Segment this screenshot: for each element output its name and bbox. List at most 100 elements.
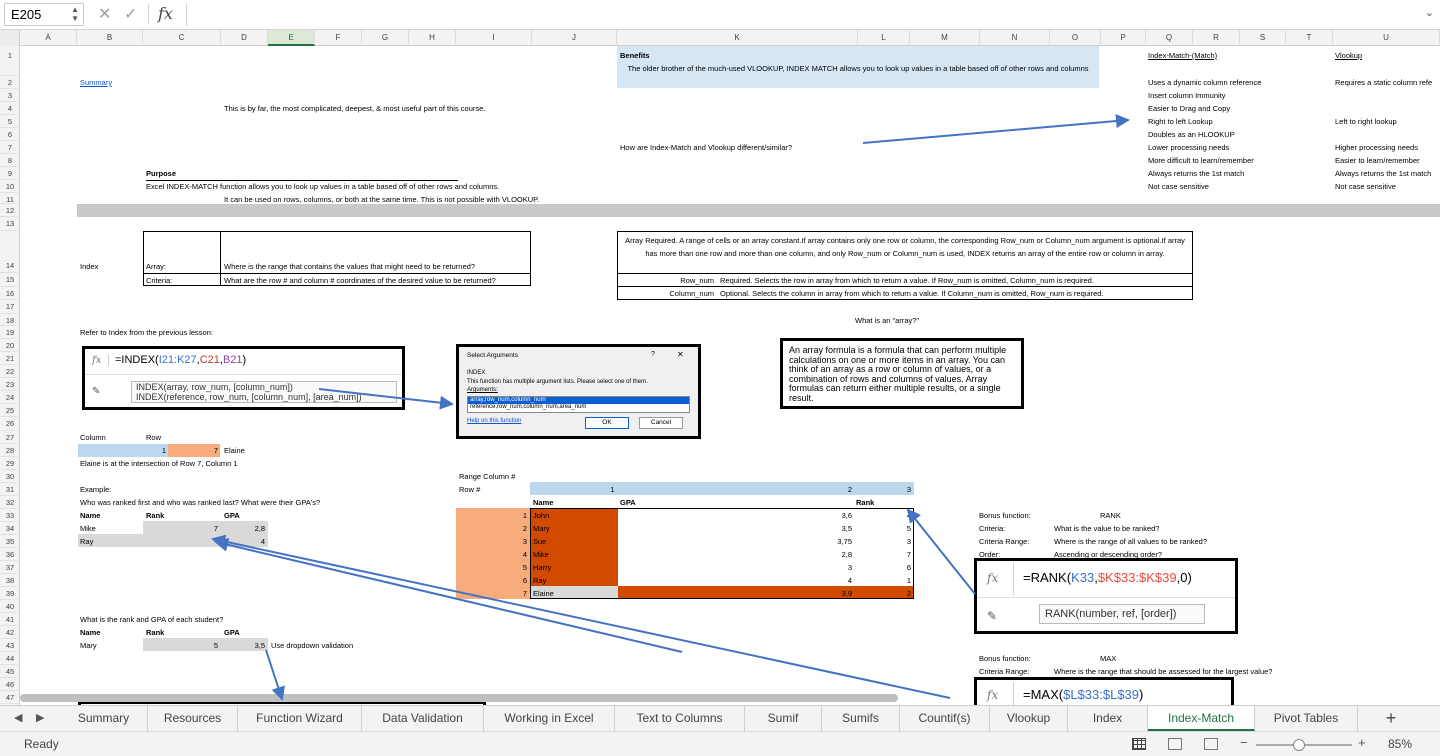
row-header-23[interactable]: 23 [0, 378, 20, 391]
row-header-29[interactable]: 29 [0, 457, 20, 470]
row-header-17[interactable]: 17 [0, 300, 20, 314]
row-header-1[interactable]: 1 [0, 49, 20, 76]
column-header-k[interactable]: K [617, 30, 858, 46]
worksheet-grid[interactable]: Summary This is by far, the most complic… [20, 46, 1440, 705]
row-header-38[interactable]: 38 [0, 574, 20, 587]
insert-function-icon[interactable]: fx [158, 4, 173, 23]
tab-pivot-tables[interactable]: Pivot Tables [1255, 706, 1358, 731]
tab-text-to-columns[interactable]: Text to Columns [615, 706, 745, 731]
tab-countif-s[interactable]: Countif(s) [900, 706, 990, 731]
column-header-u[interactable]: U [1333, 30, 1440, 46]
row-header-7[interactable]: 7 [0, 141, 20, 154]
column-header-l[interactable]: L [858, 30, 910, 46]
tab-index[interactable]: Index [1068, 706, 1148, 731]
row-header-42[interactable]: 42 [0, 626, 20, 639]
page-layout-view-icon[interactable] [1168, 738, 1182, 750]
column-header-j[interactable]: J [532, 30, 617, 46]
row-header-9[interactable]: 9 [0, 167, 20, 180]
column-header-p[interactable]: P [1101, 30, 1146, 46]
row-header-19[interactable]: 19 [0, 326, 20, 339]
row-header-45[interactable]: 45 [0, 665, 20, 678]
tab-summary[interactable]: Summary [60, 706, 148, 731]
row-header-25[interactable]: 25 [0, 404, 20, 417]
tab-vlookup[interactable]: Vlookup [990, 706, 1068, 731]
row-header-27[interactable]: 27 [0, 431, 20, 444]
row-header-30[interactable]: 30 [0, 470, 20, 483]
tab-sumif[interactable]: Sumif [745, 706, 822, 731]
row-header-14[interactable]: 14 [0, 231, 20, 273]
row-header-33[interactable]: 33 [0, 509, 20, 522]
name-box-stepper-icon[interactable]: ▲ ▼ [71, 5, 79, 23]
row-header-15[interactable]: 15 [0, 273, 20, 287]
column-header-b[interactable]: B [77, 30, 143, 46]
zoom-slider[interactable] [1256, 739, 1352, 751]
row-header-26[interactable]: 26 [0, 417, 20, 431]
name-box[interactable]: E205 ▲ ▼ [4, 3, 84, 26]
tab-sumifs[interactable]: Sumifs [822, 706, 900, 731]
tab-function-wizard[interactable]: Function Wizard [238, 706, 362, 731]
zoom-out-button[interactable]: − [1240, 735, 1248, 750]
row-header-37[interactable]: 37 [0, 561, 20, 574]
row-header-28[interactable]: 28 [0, 444, 20, 457]
column-header-r[interactable]: R [1193, 30, 1240, 46]
normal-view-icon[interactable] [1132, 738, 1146, 750]
column-header-m[interactable]: M [910, 30, 980, 46]
row-header-46[interactable]: 46 [0, 678, 20, 691]
row-header-34[interactable]: 34 [0, 522, 20, 535]
row-header-44[interactable]: 44 [0, 652, 20, 665]
row-header-13[interactable]: 13 [0, 217, 20, 231]
tab-index-match[interactable]: Index-Match [1148, 706, 1255, 731]
row-header-36[interactable]: 36 [0, 548, 20, 561]
row-header-32[interactable]: 32 [0, 496, 20, 509]
column-header-a[interactable]: A [20, 30, 77, 46]
row-header-12[interactable]: 12 [0, 204, 20, 217]
confirm-icon[interactable]: ✓ [124, 4, 137, 24]
next-sheet-icon[interactable]: ▶ [36, 711, 44, 724]
cancel-icon[interactable]: ✕ [98, 4, 111, 24]
row-header-47[interactable]: 47 [0, 691, 20, 704]
row-header-10[interactable]: 10 [0, 180, 20, 193]
row-header-8[interactable]: 8 [0, 154, 20, 167]
row-header-6[interactable]: 6 [0, 128, 20, 141]
tab-working-in-excel[interactable]: Working in Excel [484, 706, 615, 731]
column-header-q[interactable]: Q [1146, 30, 1193, 46]
row-header-2[interactable]: 2 [0, 76, 20, 89]
page-break-view-icon[interactable] [1204, 738, 1218, 750]
row-header-24[interactable]: 24 [0, 391, 20, 404]
column-header-d[interactable]: D [221, 30, 268, 46]
row-header-11[interactable]: 11 [0, 193, 20, 204]
row-header-18[interactable]: 18 [0, 314, 20, 326]
row-header-21[interactable]: 21 [0, 352, 20, 365]
row-header-40[interactable]: 40 [0, 600, 20, 613]
column-header-h[interactable]: H [409, 30, 456, 46]
tab-resources[interactable]: Resources [148, 706, 238, 731]
column-header-t[interactable]: T [1286, 30, 1333, 46]
row-header-20[interactable]: 20 [0, 339, 20, 352]
row-header-3[interactable]: 3 [0, 89, 20, 102]
row-header-35[interactable]: 35 [0, 535, 20, 548]
column-header-i[interactable]: I [456, 30, 532, 46]
row-header-16[interactable]: 16 [0, 287, 20, 300]
expand-formula-bar-icon[interactable]: ⌄ [1425, 6, 1434, 19]
row-header-41[interactable]: 41 [0, 613, 20, 626]
row-header-31[interactable]: 31 [0, 483, 20, 496]
column-header-f[interactable]: F [315, 30, 362, 46]
column-header-c[interactable]: C [143, 30, 221, 46]
row-header-39[interactable]: 39 [0, 587, 20, 600]
column-header-n[interactable]: N [980, 30, 1050, 46]
zoom-in-button[interactable]: + [1358, 735, 1366, 750]
column-header-e[interactable]: E [268, 30, 315, 46]
formula-input[interactable] [186, 3, 1416, 26]
tab-data-validation[interactable]: Data Validation [362, 706, 484, 731]
column-header-g[interactable]: G [362, 30, 409, 46]
add-sheet-button[interactable]: + [1372, 706, 1410, 731]
previous-sheet-icon[interactable]: ◀ [14, 711, 22, 724]
zoom-slider-thumb[interactable] [1293, 739, 1306, 751]
row-header-5[interactable]: 5 [0, 115, 20, 128]
column-header-s[interactable]: S [1240, 30, 1286, 46]
select-all-corner[interactable] [0, 30, 20, 46]
row-header-43[interactable]: 43 [0, 639, 20, 652]
row-header-4[interactable]: 4 [0, 102, 20, 115]
column-header-o[interactable]: O [1050, 30, 1101, 46]
row-header-22[interactable]: 22 [0, 365, 20, 378]
